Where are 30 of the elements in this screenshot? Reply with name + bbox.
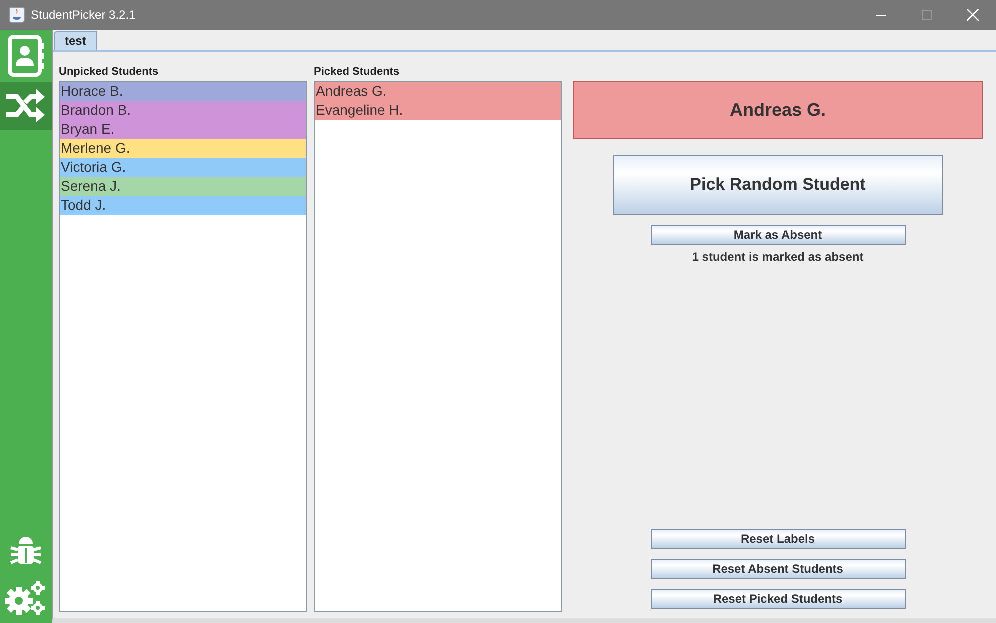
window-title: StudentPicker 3.2.1 xyxy=(31,8,137,22)
student-list[interactable]: Horace B. Brandon B. Bryan E. Merlene G. Victoria G. Serena J. Todd J. xyxy=(59,81,307,612)
reset-button[interactable]: Reset Absent Students xyxy=(650,559,906,579)
list-title: Unpicked Students xyxy=(59,65,160,80)
student-row[interactable]: Todd J. xyxy=(60,196,306,215)
shuffle-icon xyxy=(6,89,46,123)
app-icon xyxy=(9,7,25,23)
student-row[interactable]: Horace B. xyxy=(60,82,306,101)
reset-button[interactable]: Reset Picked Students xyxy=(650,589,906,609)
student-row[interactable]: Bryan E. xyxy=(60,120,306,139)
reset-button[interactable]: Reset Labels xyxy=(650,529,906,549)
bug-icon xyxy=(10,536,42,566)
absent-status: 1 student is marked as absent xyxy=(692,250,864,264)
maximize-icon xyxy=(922,10,932,20)
student-row[interactable]: Merlene G. xyxy=(60,139,306,158)
pick-random-button[interactable]: Pick Random Student xyxy=(613,155,943,215)
mark-absent-button[interactable]: Mark as Absent xyxy=(650,225,906,245)
picked-student-display: Andreas G. xyxy=(573,81,983,139)
student-row[interactable]: Evangeline H. xyxy=(315,101,561,120)
student-row[interactable]: Serena J. xyxy=(60,177,306,196)
contact-book-icon xyxy=(7,35,45,77)
settings-icon xyxy=(5,581,47,617)
student-row[interactable]: Brandon B. xyxy=(60,101,306,120)
student-row[interactable]: Andreas G. xyxy=(315,82,561,101)
student-list[interactable]: Andreas G. Evangeline H. xyxy=(314,81,562,612)
sidebar-item[interactable] xyxy=(0,82,52,130)
list-title: Picked Students xyxy=(314,65,401,80)
tab[interactable]: test xyxy=(54,31,98,50)
close-icon xyxy=(967,9,979,21)
student-row[interactable]: Victoria G. xyxy=(60,158,306,177)
